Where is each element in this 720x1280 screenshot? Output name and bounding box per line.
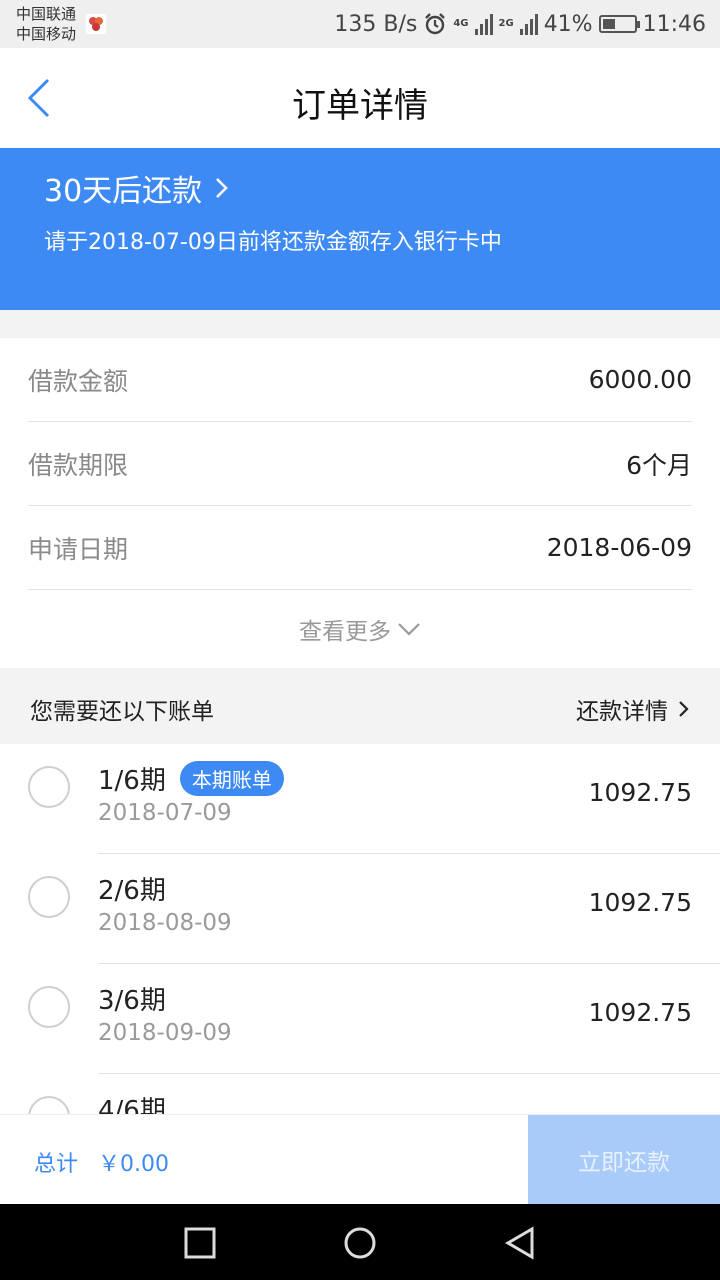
pay-now-button[interactable]: 立即还款	[528, 1115, 720, 1205]
bill-section-header: 您需要还以下账单 还款详情	[0, 668, 720, 744]
period-label: 4/6期	[98, 1096, 166, 1114]
view-more-button[interactable]: 查看更多	[0, 590, 720, 668]
network-type-2: 2G	[498, 18, 514, 29]
network-speed: 135 B/s	[334, 11, 418, 37]
bill-amount: 1092.75	[588, 998, 692, 1027]
carrier-2: 中国移动	[16, 25, 77, 43]
info-row-date: 申请日期 2018-06-09	[28, 506, 692, 590]
repayment-details-label: 还款详情	[576, 699, 668, 725]
clock: 11:46	[642, 11, 706, 37]
info-label: 借款金额	[28, 366, 129, 396]
bill-header-title: 您需要还以下账单	[30, 699, 214, 725]
select-radio[interactable]	[28, 1096, 70, 1114]
system-nav-bar	[0, 1204, 720, 1280]
info-value: 2018-06-09	[546, 533, 692, 562]
period-line: 3/6期	[98, 980, 166, 1017]
battery-fill	[602, 19, 615, 29]
repayment-banner[interactable]: 30天后还款 请于2018-07-09日前将还款金额存入银行卡中	[0, 148, 720, 310]
battery-icon	[598, 15, 640, 33]
period-label: 2/6期	[98, 876, 166, 906]
bill-item[interactable]: 4/6期	[0, 1074, 720, 1114]
bill-list[interactable]: 1/6期 本期账单 2018-07-09 1092.75 2/6期 2018-0…	[0, 744, 720, 1114]
chevron-down-icon	[398, 623, 420, 636]
banner-title: 30天后还款	[44, 174, 203, 209]
signal-icon-2	[519, 13, 538, 35]
banner-title-row[interactable]: 30天后还款	[44, 166, 230, 210]
due-date: 2018-09-09	[98, 1020, 232, 1046]
bill-amount: 1092.75	[588, 888, 692, 917]
chevron-right-icon	[679, 701, 689, 717]
chevron-right-icon	[216, 178, 229, 198]
alarm-icon	[425, 13, 446, 35]
app-notification-icon	[86, 14, 106, 34]
due-date: 2018-07-09	[98, 800, 232, 826]
home-icon[interactable]	[343, 1226, 377, 1260]
payment-footer: 总计 ￥0.00 立即还款	[0, 1114, 720, 1205]
bill-item[interactable]: 2/6期 2018-08-09 1092.75	[0, 854, 720, 964]
bill-item[interactable]: 3/6期 2018-09-09 1092.75	[0, 964, 720, 1074]
top-nav: 订单详情	[0, 48, 720, 148]
total-value: ￥0.00	[98, 1152, 169, 1177]
period-line: 4/6期	[98, 1090, 166, 1114]
info-row-term: 借款期限 6个月	[28, 422, 692, 506]
repayment-details-link[interactable]: 还款详情	[576, 692, 690, 726]
info-value: 6000.00	[588, 365, 692, 394]
network-type-1: 4G	[453, 18, 469, 29]
section-gap	[0, 310, 720, 338]
total-label: 总计	[34, 1152, 79, 1177]
banner-subtitle: 请于2018-07-09日前将还款金额存入银行卡中	[44, 230, 502, 255]
page-title: 订单详情	[292, 86, 428, 126]
info-row-amount: 借款金额 6000.00	[28, 338, 692, 422]
select-radio[interactable]	[28, 986, 70, 1028]
carrier-1: 中国联通	[16, 5, 77, 23]
recent-apps-icon[interactable]	[183, 1226, 217, 1260]
period-line: 1/6期 本期账单	[98, 760, 284, 797]
view-more-label: 查看更多	[299, 619, 391, 645]
battery-percent: 41%	[543, 11, 593, 37]
bill-amount: 1092.75	[588, 778, 692, 807]
info-label: 申请日期	[28, 534, 129, 564]
info-label: 借款期限	[28, 450, 129, 480]
back-triangle-icon[interactable]	[503, 1226, 537, 1260]
loan-info-card: 借款金额 6000.00 借款期限 6个月 申请日期 2018-06-09 查看…	[0, 338, 720, 668]
carrier-labels: 中国联通 中国移动	[16, 4, 76, 44]
select-radio[interactable]	[28, 766, 70, 808]
info-value: 6个月	[626, 450, 692, 480]
bill-item[interactable]: 1/6期 本期账单 2018-07-09 1092.75	[0, 744, 720, 854]
period-label: 3/6期	[98, 986, 166, 1016]
status-bar: 中国联通 中国移动 135 B/s 4G 2G 41% 11:46	[0, 0, 720, 48]
current-bill-badge: 本期账单	[179, 761, 284, 796]
select-radio[interactable]	[28, 876, 70, 918]
period-label: 1/6期	[98, 766, 166, 796]
due-date: 2018-08-09	[98, 910, 232, 936]
signal-icon	[474, 13, 493, 35]
period-line: 2/6期	[98, 870, 166, 907]
status-icons: 135 B/s 4G 2G 41% 11:46	[334, 0, 706, 48]
